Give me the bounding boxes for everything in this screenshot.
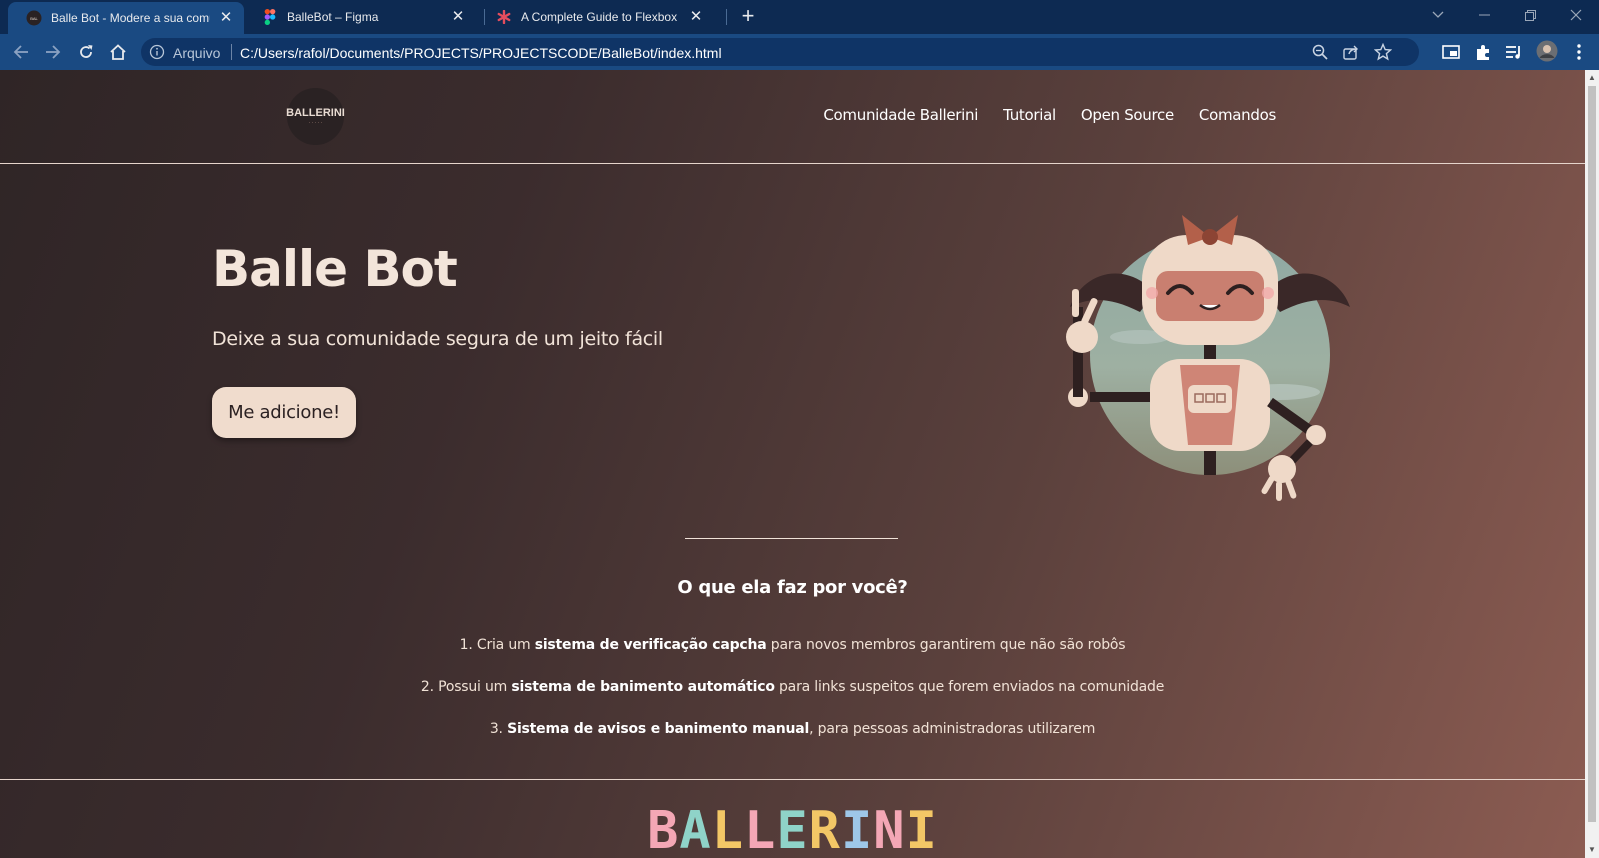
feature-item: 2. Possui um sistema de banimento automá… [420,679,1165,695]
tab-title: BalleBot – Figma [287,10,379,24]
browser-menu-icon[interactable] [1569,42,1589,62]
url-text[interactable]: C:/Users/rafol/Documents/PROJECTS/PROJEC… [240,45,722,61]
scroll-up-arrow-icon[interactable]: ▲ [1587,73,1597,83]
omnibox-separator [231,44,232,60]
feature-item: 1. Cria um sistema de verificação capcha… [459,637,1126,653]
zoom-icon[interactable] [1311,43,1329,61]
tab-strip: BAL Balle Bot - Modere a sua comunidade … [0,0,1599,34]
wordmark-letter: L [744,801,777,858]
close-window-button[interactable] [1553,0,1599,30]
tab-css-tricks[interactable]: A Complete Guide to Flexbox | CSS-Tricks… [478,0,714,34]
nav-link-open-source[interactable]: Open Source [1081,106,1174,124]
close-icon[interactable]: ✕ [450,9,466,25]
close-icon[interactable]: ✕ [218,10,234,26]
scrollbar-thumb[interactable] [1588,86,1596,822]
wordmark-letter: I [840,801,874,858]
wordmark-letter: E [776,801,809,858]
close-icon[interactable]: ✕ [688,9,704,25]
hero-title: Balle Bot [212,240,458,298]
browser-toolbar: Arquivo C:/Users/rafol/Documents/PROJECT… [0,34,1599,70]
wordmark-letter: I [905,801,938,858]
media-queue-icon[interactable] [1504,42,1524,62]
ballerini-wordmark[interactable]: BALLERINI [0,801,1585,858]
nav-link-comandos[interactable]: Comandos [1199,106,1276,124]
extensions-puzzle-icon[interactable] [1473,42,1493,62]
page-viewport: BALLERINI · · · · · Comunidade Ballerini… [0,70,1585,858]
address-bar[interactable]: Arquivo C:/Users/rafol/Documents/PROJECT… [141,38,1419,66]
scroll-down-arrow-icon[interactable]: ▼ [1587,845,1597,855]
section-divider [685,538,898,539]
bookmark-star-icon[interactable] [1373,42,1393,61]
tab-title: A Complete Guide to Flexbox | CSS-Tricks [521,10,680,24]
tab-separator [726,9,727,25]
logo-text: BALLERINI [286,107,345,119]
site-header: BALLERINI · · · · · Comunidade Ballerini… [0,70,1585,164]
wordmark-letter: R [808,801,841,858]
wordmark-letter: L [711,801,745,858]
tab-search-chevron-icon[interactable] [1415,0,1461,30]
back-arrow-icon[interactable] [8,39,34,65]
forward-arrow-icon[interactable] [40,39,66,65]
tab-figma[interactable]: BalleBot – Figma ✕ [244,0,476,34]
site-footer: BALLERINI [0,779,1585,858]
logo-subtext: · · · · · [308,120,323,126]
svg-text:BAL: BAL [30,16,38,21]
hero-subtitle: Deixe a sua comunidade segura de um jeit… [212,328,663,350]
page-scrollbar[interactable]: ▲ ▼ [1585,70,1599,858]
wordmark-letter: B [647,801,680,858]
main-nav: Comunidade Ballerini Tutorial Open Sourc… [823,106,1276,124]
nav-link-comunidade[interactable]: Comunidade Ballerini [823,106,978,124]
wordmark-letter: N [873,801,906,858]
security-label: Arquivo [173,45,221,61]
ballerini-logo[interactable]: BALLERINI · · · · · [286,88,345,145]
restore-button[interactable] [1507,0,1553,30]
info-icon[interactable] [149,44,165,60]
profile-avatar[interactable] [1536,40,1558,62]
nav-link-tutorial[interactable]: Tutorial [1003,106,1056,124]
add-bot-button[interactable]: Me adicione! [212,387,356,438]
home-icon[interactable] [105,39,131,65]
feature-item: 3. Sistema de avisos e banimento manual,… [489,721,1096,737]
figma-icon [262,9,278,25]
new-tab-button[interactable]: + [736,5,760,29]
css-tricks-star-icon [496,9,512,25]
share-icon[interactable] [1342,43,1360,61]
reload-icon[interactable] [73,39,99,65]
minimize-button[interactable] [1461,0,1507,30]
ballerini-favicon-icon: BAL [26,10,42,26]
tab-ballebot[interactable]: BAL Balle Bot - Modere a sua comunidade … [8,2,244,34]
tab-title: Balle Bot - Modere a sua comunidade [51,11,210,25]
wordmark-letter: A [679,801,712,858]
robot-mascot-illustration [1066,215,1350,501]
features-title: O que ela faz por você? [677,577,908,598]
picture-in-picture-icon[interactable] [1441,42,1461,62]
